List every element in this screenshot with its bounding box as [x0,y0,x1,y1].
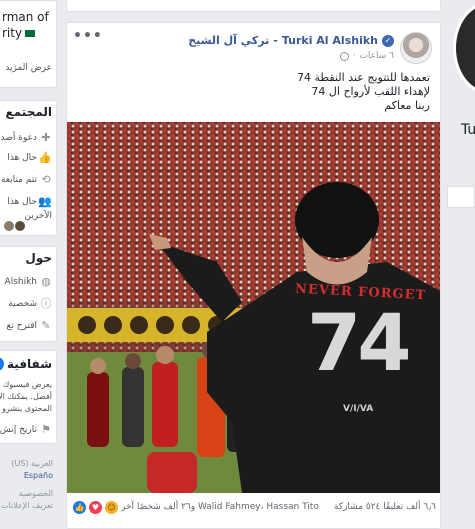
about-card: حول ◍ Alshikh ⓘ شخصية ✎ اقترح تع [0,246,57,342]
page-history-label: تاريخ إنش [0,425,37,435]
author-avatar[interactable] [400,32,432,64]
community-row-label: حال هذا [7,197,37,207]
transparency-line: أفضل. يمكنك الا [0,392,52,401]
about-row-label: شخصية [8,299,37,309]
about-username-row[interactable]: ◍ Alshikh [5,273,52,291]
community-row-label: الآخرين [24,211,52,221]
invite-friends-icon: ✚ [41,131,51,144]
post-text: تعمدها للتتويج عند النقطة 74 لإهداء اللق… [90,71,430,113]
author-name-english[interactable]: Turki Al Alshikh [282,34,378,47]
reactors-text[interactable]: Walid Fahmey، Hassan Tito و٢٦ ألف شخصًا … [121,502,319,512]
page-name[interactable]: rman of rity [2,9,49,41]
verified-badge-icon: ✓ [382,34,394,47]
thumbs-up-icon: 👍 [38,151,52,164]
page-history-row[interactable]: ⚑ تاريخ إنش [0,421,52,439]
community-card: المجتمع ✚ دعوة أصد 👍 حال هذا ⟲ تتم متابع… [0,100,57,236]
post-text-line: تعمدها للتتويج عند النقطة 74 [297,71,430,84]
public-globe-icon [339,51,349,61]
post-footer: 👍 ♥ ☺ Walid Fahmey، Hassan Tito و٢٦ ألف … [67,496,440,518]
post-text-line: لإهداء اللقب لأرواح ال 74 [311,85,430,98]
community-invite-row[interactable]: ✚ دعوة أصد [1,129,52,147]
about-row-label: Alshikh [4,277,37,287]
saudi-flag-icon [25,29,36,37]
footer-link-privacy[interactable]: الخصوصية [0,488,53,500]
left-footer: العربية (US) Españo الخصوصية تعريف الإعل… [0,458,57,512]
footer-link-ads[interactable]: تعريف الإعلانات [0,500,53,512]
about-title: حول [25,251,52,265]
facebook-icon: f [0,357,5,371]
left-column: rman of rity عرض المزيد المجتمع ✚ دعوة أ… [0,0,57,529]
community-title: المجتمع [5,105,52,119]
post-photo[interactable]: NEVER FORGET 74 V/I/VA [67,122,440,493]
community-row-label: دعوة أصد [0,133,37,143]
profile-name[interactable]: Tu [461,122,475,138]
profile-avatar[interactable] [453,2,475,94]
name-separator: - [273,34,278,47]
previous-post-edge [66,0,441,12]
community-others-row[interactable]: الآخرين [24,207,52,225]
follow-icon: ⟲ [41,173,51,186]
see-more-link[interactable]: عرض المزيد [5,63,52,73]
author-name-arabic[interactable]: تركي آل الشيخ [188,34,269,47]
engagement-counts: ٦٫٦ ألف تعليقًا ٥٢٤ مشاركة [334,502,436,512]
post-text-line: ربنا معاكم [384,99,430,112]
globe-icon: ◍ [41,275,51,288]
language-current[interactable]: العربية (US) [0,458,53,470]
post-meta: ٦ ساعات · [339,51,394,61]
right-column: Tu [447,0,475,529]
love-icon: ♥ [89,500,102,514]
shares-count[interactable]: ٥٢٤ مشاركة [334,502,380,512]
language-other[interactable]: Españo [0,470,53,482]
about-row-label: اقترح تع [6,321,37,331]
friend-avatar [4,221,14,231]
community-row-label: تتم متابعة [0,175,37,185]
friend-avatar [15,221,25,231]
info-icon: ⓘ [40,297,52,310]
transparency-header: f شفافية [0,357,52,371]
community-follows-row[interactable]: ⟲ تتم متابعة [1,171,52,189]
post-timestamp[interactable]: ٦ ساعات [359,51,394,61]
comments-count[interactable]: ٦٫٦ ألف تعليقًا [383,502,436,512]
meta-separator: · [352,51,356,61]
transparency-line: يعرض فيسبوك م [0,380,52,389]
edit-icon: ✎ [41,319,51,332]
right-side-card [447,186,475,208]
jersey-number: 74 [307,299,412,389]
about-category-row[interactable]: ⓘ شخصية [8,295,52,313]
post-options-icon[interactable]: ••• [73,28,103,44]
community-likes-row[interactable]: 👍 حال هذا [7,149,52,167]
transparency-line: المحتوى ينشرو [2,404,52,413]
like-icon: 👍 [73,500,86,514]
friend-avatars [4,221,25,231]
about-suggest-edit-row[interactable]: ✎ اقترح تع [7,317,52,335]
jersey-badge: V/I/VA [343,404,374,414]
haha-icon: ☺ [105,500,118,514]
page-name-line-2: rity [2,26,23,40]
page-name-line-1: rman of [2,10,49,24]
transparency-card: f شفافية يعرض فيسبوك م أفضل. يمكنك الا ا… [0,350,57,444]
reactions-summary[interactable]: 👍 ♥ ☺ Walid Fahmey، Hassan Tito و٢٦ ألف … [73,500,319,514]
page-header-card: rman of rity عرض المزيد [0,0,57,88]
transparency-title: شفافية [7,357,52,371]
community-row-label: حال هذا [7,153,37,163]
post-card: ••• تركي آل الشيخ - Turki Al Alshikh ✓ ٦… [66,22,441,529]
transparency-text: يعرض فيسبوك م أفضل. يمكنك الا المحتوى ين… [0,379,52,415]
author-line: تركي آل الشيخ - Turki Al Alshikh ✓ [188,34,394,47]
flag-icon: ⚑ [41,423,51,436]
